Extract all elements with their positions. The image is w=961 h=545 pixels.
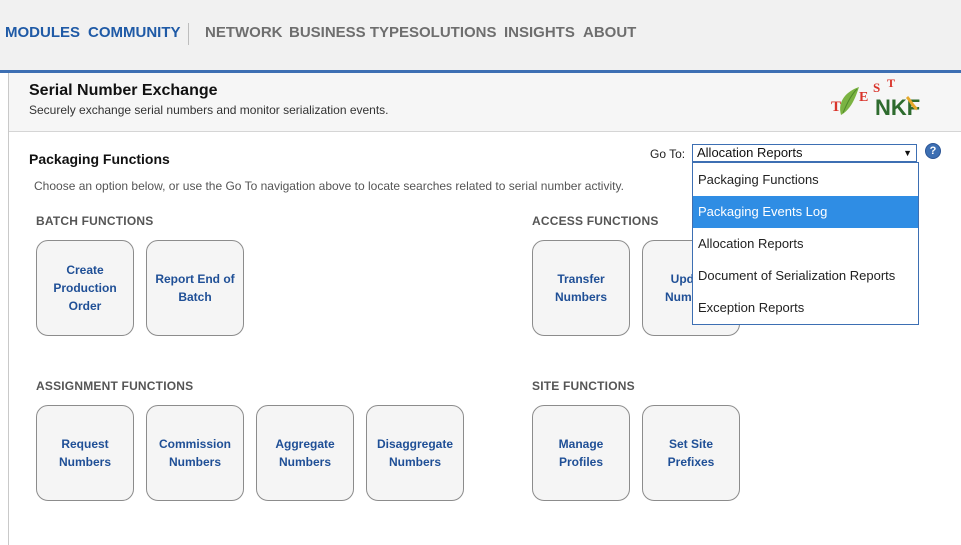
disaggregate-numbers-button[interactable]: Disaggregate Numbers (366, 405, 464, 501)
dropdown-option-packaging-functions[interactable]: Packaging Functions (693, 164, 918, 196)
batch-functions-label: BATCH FUNCTIONS (36, 214, 154, 228)
commission-numbers-button[interactable]: Commission Numbers (146, 405, 244, 501)
goto-selected-value: Allocation Reports (697, 145, 803, 160)
section-title: Packaging Functions (29, 151, 170, 167)
goto-label: Go To: (650, 147, 686, 161)
report-end-of-batch-button[interactable]: Report End of Batch (146, 240, 244, 336)
help-icon[interactable]: ? (925, 143, 941, 159)
set-site-prefixes-button[interactable]: Set Site Prefixes (642, 405, 740, 501)
disaggregate-numbers-label: Disaggregate Numbers (376, 437, 454, 469)
access-functions-label: ACCESS FUNCTIONS (532, 214, 659, 228)
site-functions-label: SITE FUNCTIONS (532, 379, 635, 393)
nav-divider (188, 23, 189, 45)
report-end-of-batch-label: Report End of Batch (155, 272, 235, 304)
svg-text:T: T (831, 99, 841, 115)
dropdown-option-exception-reports[interactable]: Exception Reports (693, 292, 918, 324)
request-numbers-label: Request Numbers (58, 437, 111, 469)
transfer-numbers-button[interactable]: Transfer Numbers (532, 240, 630, 336)
create-production-order-button[interactable]: Create Production Order (36, 240, 134, 336)
manage-profiles-button[interactable]: Manage Profiles (532, 405, 630, 501)
commission-numbers-label: Commission Numbers (158, 437, 231, 469)
transfer-numbers-label: Transfer Numbers (554, 272, 607, 304)
chevron-down-icon: ▼ (903, 148, 912, 158)
nav-about[interactable]: ABOUT (583, 24, 636, 41)
assignment-functions-label: ASSIGNMENT FUNCTIONS (36, 379, 194, 393)
goto-dropdown-list: Packaging Functions Packaging Events Log… (692, 162, 919, 325)
dropdown-option-allocation-reports[interactable]: Allocation Reports (693, 228, 918, 260)
goto-select[interactable]: Allocation Reports ▼ (692, 144, 917, 162)
nav-network[interactable]: NETWORK (205, 24, 283, 41)
aggregate-numbers-label: Aggregate Numbers (275, 437, 335, 469)
nav-community[interactable]: COMMUNITY (88, 24, 181, 41)
page-subtitle: Securely exchange serial numbers and mon… (29, 103, 389, 117)
svg-text:T: T (887, 79, 895, 90)
module-header: Serial Number Exchange Securely exchange… (9, 73, 961, 132)
nav-business-type[interactable]: BUSINESS TYPE (289, 24, 409, 41)
main-panel: Serial Number Exchange Securely exchange… (8, 73, 961, 545)
set-site-prefixes-label: Set Site Prefixes (667, 437, 715, 469)
test-nkf-logo: T E S T NKF (831, 79, 920, 120)
svg-text:E: E (859, 90, 868, 105)
dropdown-option-document-of-serialization-reports[interactable]: Document of Serialization Reports (693, 260, 918, 292)
dropdown-option-packaging-events-log[interactable]: Packaging Events Log (693, 196, 918, 228)
nav-solutions[interactable]: SOLUTIONS (409, 24, 497, 41)
nav-insights[interactable]: INSIGHTS (504, 24, 575, 41)
svg-text:S: S (873, 80, 880, 95)
nav-modules[interactable]: MODULES (5, 24, 80, 41)
instruction-text: Choose an option below, or use the Go To… (34, 179, 624, 193)
top-navigation: MODULES COMMUNITY NETWORK BUSINESS TYPE … (0, 0, 961, 73)
create-production-order-label: Create Production Order (53, 263, 117, 313)
aggregate-numbers-button[interactable]: Aggregate Numbers (256, 405, 354, 501)
request-numbers-button[interactable]: Request Numbers (36, 405, 134, 501)
manage-profiles-label: Manage Profiles (558, 437, 604, 469)
page-title: Serial Number Exchange (29, 82, 218, 99)
